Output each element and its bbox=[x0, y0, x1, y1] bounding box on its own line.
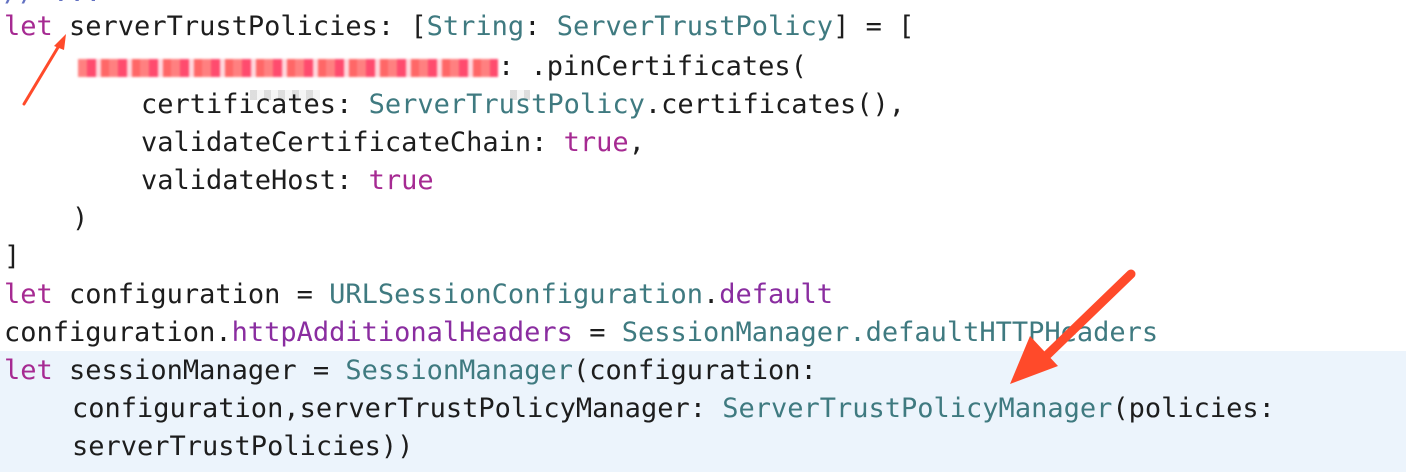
args: configuration,serverTrustPolicyManager: bbox=[72, 393, 723, 424]
code-line-2[interactable]: : .pinCertificates( bbox=[78, 48, 807, 86]
assign: = bbox=[572, 317, 622, 348]
init-call: (policies: bbox=[1112, 393, 1275, 424]
code-line-12[interactable]: serverTrustPolicies)) bbox=[72, 428, 413, 466]
dot: . bbox=[703, 279, 720, 310]
type-server-trust-policy-manager: ServerTrustPolicyManager bbox=[722, 393, 1113, 424]
default-headers-ref: .defaultHTTPHeaders bbox=[849, 317, 1159, 348]
arg-label: validateCertificateChain: bbox=[141, 127, 564, 158]
init-call: (configuration: bbox=[572, 355, 817, 386]
code-line-5[interactable]: validateHost: true bbox=[141, 162, 434, 200]
code-line-1[interactable]: let serverTrustPolicies: [String: Server… bbox=[4, 8, 914, 46]
var-name: configuration = bbox=[52, 279, 330, 310]
keyword-true: true bbox=[563, 127, 629, 158]
arg-label: certificates: bbox=[141, 89, 369, 120]
close-paren: ) bbox=[72, 203, 89, 234]
code-line-9[interactable]: configuration.httpAdditionalHeaders = Se… bbox=[4, 314, 1158, 352]
type-string: String bbox=[426, 11, 525, 42]
keyword-let: let bbox=[4, 279, 53, 310]
colon: : bbox=[524, 11, 557, 42]
keyword-let: let bbox=[4, 355, 53, 386]
code-line-6[interactable]: ) bbox=[72, 200, 88, 238]
property-http-headers: httpAdditionalHeaders bbox=[231, 317, 573, 348]
keyword-let: let bbox=[4, 11, 53, 42]
cut-off-line: // ... bbox=[4, 0, 102, 6]
arg-label: validateHost: bbox=[141, 165, 369, 196]
type-session-manager: SessionManager bbox=[621, 317, 850, 348]
code-line-11[interactable]: configuration,serverTrustPolicyManager: … bbox=[72, 390, 1275, 428]
type-url-session-configuration: URLSessionConfiguration bbox=[329, 279, 703, 310]
var-name: serverTrustPolicies: [ bbox=[52, 11, 427, 42]
pin-certificates-call: : .pinCertificates( bbox=[498, 51, 807, 82]
object-ref: configuration. bbox=[4, 317, 232, 348]
property-default: default bbox=[719, 279, 834, 310]
args-end: serverTrustPolicies)) bbox=[72, 431, 414, 462]
type-server-trust-policy: ServerTrustPolicy bbox=[556, 11, 834, 42]
type-server-trust-policy: ServerTrustPolicy bbox=[368, 89, 645, 120]
line-end: ] = [ bbox=[833, 11, 915, 42]
type-session-manager: SessionManager bbox=[345, 355, 573, 386]
var-name: sessionManager = bbox=[52, 355, 346, 386]
keyword-true: true bbox=[368, 165, 434, 196]
code-line-8[interactable]: let configuration = URLSessionConfigurat… bbox=[4, 276, 833, 314]
redacted-host bbox=[78, 58, 498, 77]
code-line-4[interactable]: validateCertificateChain: true, bbox=[141, 124, 645, 162]
close-bracket: ] bbox=[4, 241, 21, 272]
comma: , bbox=[628, 127, 645, 158]
code-editor[interactable]: // ... let serverTrustPolicies: [String:… bbox=[0, 0, 1406, 472]
code-line-10[interactable]: let sessionManager = SessionManager(conf… bbox=[4, 352, 817, 390]
code-line-7[interactable]: ] bbox=[4, 238, 20, 276]
certificates-call: .certificates(), bbox=[644, 89, 906, 120]
code-line-3[interactable]: certificates: ServerTrustPolicy.certific… bbox=[141, 86, 905, 124]
